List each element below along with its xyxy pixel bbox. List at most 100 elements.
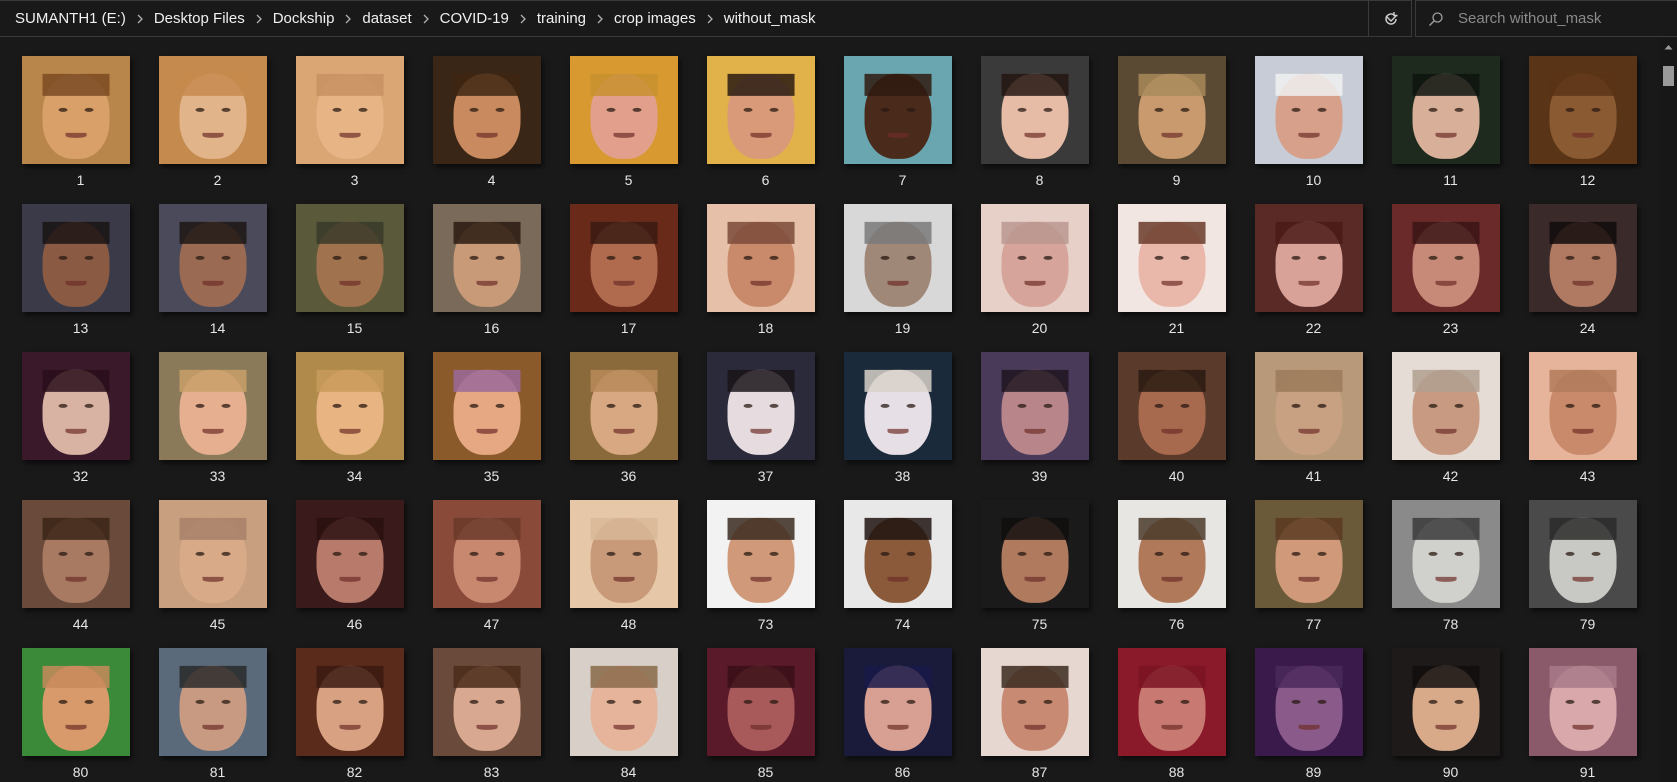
file-tile[interactable]: 12 <box>1519 52 1656 200</box>
scroll-up-icon[interactable] <box>1660 38 1677 55</box>
file-name: 83 <box>483 764 500 780</box>
file-tile[interactable]: 4 <box>423 52 560 200</box>
chevron-right-icon[interactable] <box>132 11 148 27</box>
file-tile[interactable]: 9 <box>1108 52 1245 200</box>
file-tile[interactable]: 91 <box>1519 644 1656 782</box>
file-name: 76 <box>1168 616 1185 632</box>
file-tile[interactable]: 75 <box>971 496 1108 644</box>
chevron-right-icon[interactable] <box>702 11 718 27</box>
breadcrumb-item[interactable]: dataset <box>356 10 417 27</box>
file-tile[interactable]: 34 <box>286 348 423 496</box>
file-tile[interactable]: 8 <box>971 52 1108 200</box>
search-input[interactable] <box>1456 9 1660 28</box>
file-tile[interactable]: 74 <box>834 496 971 644</box>
file-tile[interactable]: 85 <box>697 644 834 782</box>
face-thumbnail <box>707 204 815 312</box>
face-thumbnail <box>296 352 404 460</box>
chevron-right-icon[interactable] <box>340 11 356 27</box>
face-thumbnail <box>844 56 952 164</box>
file-tile[interactable]: 37 <box>697 348 834 496</box>
chevron-right-icon[interactable] <box>418 11 434 27</box>
file-tile[interactable]: 44 <box>12 496 149 644</box>
file-tile[interactable]: 48 <box>560 496 697 644</box>
file-tile[interactable]: 39 <box>971 348 1108 496</box>
breadcrumb: SUMANTH1 (E:) Desktop Files Dockship datase… <box>0 1 1371 36</box>
face-thumbnail <box>1255 56 1363 164</box>
scroll-thumb[interactable] <box>1663 66 1674 86</box>
file-name: 21 <box>1168 320 1185 336</box>
file-tile[interactable]: 16 <box>423 200 560 348</box>
file-tile[interactable]: 79 <box>1519 496 1656 644</box>
file-tile[interactable]: 23 <box>1382 200 1519 348</box>
file-tile[interactable]: 10 <box>1245 52 1382 200</box>
file-tile[interactable]: 35 <box>423 348 560 496</box>
file-tile[interactable]: 38 <box>834 348 971 496</box>
file-tile[interactable]: 88 <box>1108 644 1245 782</box>
file-tile[interactable]: 14 <box>149 200 286 348</box>
file-tile[interactable]: 3 <box>286 52 423 200</box>
face-thumbnail <box>1392 204 1500 312</box>
file-tile[interactable]: 86 <box>834 644 971 782</box>
file-tile[interactable]: 21 <box>1108 200 1245 348</box>
face-thumbnail <box>1392 500 1500 608</box>
file-tile[interactable]: 40 <box>1108 348 1245 496</box>
face-thumbnail <box>159 352 267 460</box>
file-tile[interactable]: 36 <box>560 348 697 496</box>
file-tile[interactable]: 22 <box>1245 200 1382 348</box>
file-tile[interactable]: 47 <box>423 496 560 644</box>
file-tile[interactable]: 89 <box>1245 644 1382 782</box>
face-thumbnail <box>1118 648 1226 756</box>
breadcrumb-item[interactable]: without_mask <box>718 10 822 27</box>
file-tile[interactable]: 32 <box>12 348 149 496</box>
file-tile[interactable]: 7 <box>834 52 971 200</box>
file-tile[interactable]: 90 <box>1382 644 1519 782</box>
file-tile[interactable]: 19 <box>834 200 971 348</box>
file-tile[interactable]: 87 <box>971 644 1108 782</box>
file-tile[interactable]: 73 <box>697 496 834 644</box>
file-tile[interactable]: 82 <box>286 644 423 782</box>
file-tile[interactable]: 11 <box>1382 52 1519 200</box>
file-tile[interactable]: 45 <box>149 496 286 644</box>
file-tile[interactable]: 46 <box>286 496 423 644</box>
chevron-right-icon[interactable] <box>251 11 267 27</box>
chevron-right-icon[interactable] <box>515 11 531 27</box>
thumbnail-grid: 1 2 3 4 5 6 7 8 9 10 11 12 13 14 15 16 17 18 19 20 21 22 23 24 3… <box>12 52 1656 782</box>
file-tile[interactable]: 78 <box>1382 496 1519 644</box>
file-tile[interactable]: 83 <box>423 644 560 782</box>
refresh-icon[interactable] <box>1368 0 1412 37</box>
file-tile[interactable]: 18 <box>697 200 834 348</box>
file-tile[interactable]: 33 <box>149 348 286 496</box>
file-tile[interactable]: 80 <box>12 644 149 782</box>
breadcrumb-item[interactable]: Dockship <box>267 10 341 27</box>
file-tile[interactable]: 13 <box>12 200 149 348</box>
breadcrumb-item[interactable]: training <box>531 10 592 27</box>
file-tile[interactable]: 17 <box>560 200 697 348</box>
file-tile[interactable]: 41 <box>1245 348 1382 496</box>
file-tile[interactable]: 84 <box>560 644 697 782</box>
file-tile[interactable]: 1 <box>12 52 149 200</box>
face-thumbnail <box>707 352 815 460</box>
breadcrumb-item[interactable]: crop images <box>608 10 702 27</box>
file-tile[interactable]: 5 <box>560 52 697 200</box>
breadcrumb-item[interactable]: Desktop Files <box>148 10 251 27</box>
file-tile[interactable]: 43 <box>1519 348 1656 496</box>
breadcrumb-item[interactable]: SUMANTH1 (E:) <box>0 10 132 27</box>
search-box[interactable] <box>1415 0 1677 37</box>
file-tile[interactable]: 81 <box>149 644 286 782</box>
breadcrumb-item[interactable]: COVID-19 <box>434 10 515 27</box>
face-thumbnail <box>22 56 130 164</box>
file-tile[interactable]: 42 <box>1382 348 1519 496</box>
file-tile[interactable]: 76 <box>1108 496 1245 644</box>
address-bar[interactable]: SUMANTH1 (E:) Desktop Files Dockship datase… <box>0 0 1412 37</box>
file-name: 87 <box>1031 764 1048 780</box>
vertical-scrollbar[interactable] <box>1660 38 1677 782</box>
file-tile[interactable]: 6 <box>697 52 834 200</box>
file-tile[interactable]: 24 <box>1519 200 1656 348</box>
file-tile[interactable]: 77 <box>1245 496 1382 644</box>
chevron-right-icon[interactable] <box>592 11 608 27</box>
face-thumbnail <box>981 500 1089 608</box>
file-tile[interactable]: 20 <box>971 200 1108 348</box>
face-thumbnail <box>22 204 130 312</box>
file-tile[interactable]: 2 <box>149 52 286 200</box>
file-tile[interactable]: 15 <box>286 200 423 348</box>
